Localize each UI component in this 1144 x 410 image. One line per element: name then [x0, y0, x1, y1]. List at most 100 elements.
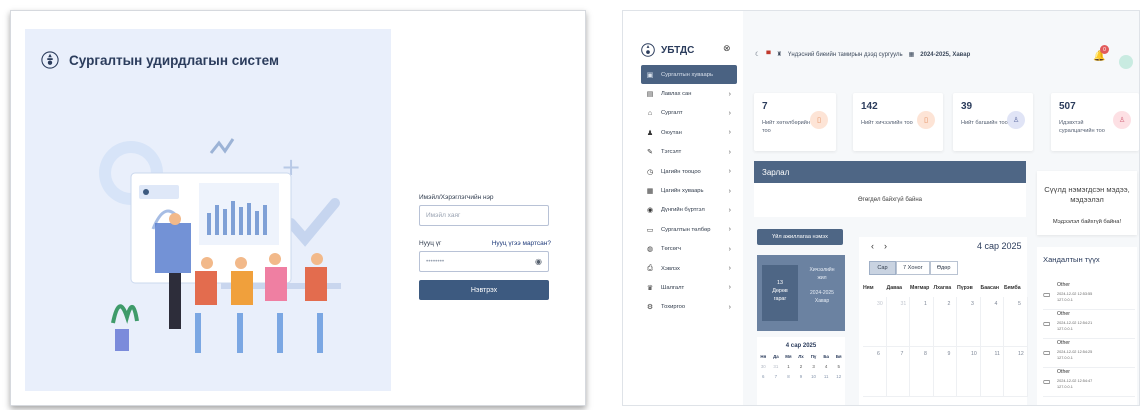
mini-calendar-day[interactable]: 7 — [770, 374, 783, 379]
school-emblem-icon: ♜ — [776, 52, 783, 58]
mini-calendar-day[interactable]: 11 — [820, 374, 833, 379]
calendar-view-tab[interactable]: Сар — [869, 261, 896, 275]
sidebar-item-icon: ♟ — [646, 129, 654, 137]
calendar-nav-arrows[interactable]: ‹› — [871, 241, 897, 251]
access-ip: 127.0.0.1 — [1057, 384, 1073, 389]
chevron-right-icon: › — [728, 206, 731, 214]
mini-calendar-weekday: Мя — [785, 354, 792, 359]
mini-calendar-day[interactable]: 12 — [832, 374, 845, 379]
calendar-month-title: 4 сар 2025 — [977, 241, 1022, 251]
sidebar-item[interactable]: ⎙ Хэвлэх › — [641, 259, 737, 278]
password-label: Нууц үг — [419, 240, 442, 247]
access-history-title: Хандалтын түүх — [1043, 255, 1100, 264]
mini-calendar-weekday: Ня — [760, 354, 767, 359]
calendar-view-tab[interactable]: Өдөр — [929, 261, 958, 275]
notification-button[interactable]: 🔔 0 — [1093, 45, 1109, 62]
dashboard-window: УБТДС ⊗ ▣ Сургалтын хуваарь ▤ Лавлах сан › ⌂ С… — [622, 10, 1140, 406]
avatar[interactable] — [1119, 55, 1133, 69]
calendar-day-cell[interactable]: 10 — [957, 347, 981, 397]
calendar-day-cell[interactable]: 30 — [863, 297, 887, 347]
mini-calendar-day[interactable]: 2 — [795, 364, 808, 369]
sidebar-item[interactable]: ▤ Лавлах сан › — [641, 84, 737, 103]
login-button[interactable]: Нэвтрэх — [419, 280, 549, 300]
sidebar-item[interactable]: ⌂ Сургалт › — [641, 104, 737, 123]
calendar-day-cell[interactable]: 6 — [863, 347, 887, 397]
stat-card: 39 Нийт багшийн тоо ♙ — [953, 93, 1033, 151]
prev-month-icon[interactable]: ‹ — [871, 241, 884, 251]
password-field[interactable]: •••••••• ◉ — [419, 251, 549, 272]
sidebar-item-label: Тохиргоо — [661, 304, 686, 311]
sidebar-item[interactable]: ♟ Оюутан › — [641, 123, 737, 142]
calendar-day-cell[interactable]: 4 — [980, 297, 1004, 347]
brand: Сургалтын удирдлагын систем — [41, 51, 279, 69]
announcement-header: Зарлал — [754, 161, 1026, 183]
sidebar-item-label: Хэвлэх — [661, 265, 680, 272]
sidebar-item[interactable]: ◍ Төгсөгч › — [641, 240, 737, 259]
sidebar-item-icon: ⚙ — [646, 304, 654, 312]
calendar-day-cell[interactable]: 3 — [957, 297, 981, 347]
mini-calendar-day[interactable]: 30 — [757, 364, 770, 369]
sidebar-item[interactable]: ◷ Цагийн тооцоо › — [641, 162, 737, 181]
notification-badge: 0 — [1100, 45, 1109, 54]
sidebar-item-icon: ▣ — [646, 71, 654, 79]
calendar-day-cell[interactable]: 12 — [1004, 347, 1028, 397]
sidebar-item-icon: ◷ — [646, 168, 654, 176]
mini-calendar-day[interactable]: 9 — [795, 374, 808, 379]
mini-calendar-day[interactable]: 4 — [820, 364, 833, 369]
calendar-view-tab[interactable]: 7 Хоног — [896, 261, 930, 275]
month-calendar: ‹› 4 сар 2025 Сар 7 Хоног Өдөр Ням Даваа Мяг… — [859, 237, 1028, 405]
forgot-password-link[interactable]: Нууц үгээ мартсан? — [492, 240, 551, 251]
access-device: Other — [1057, 340, 1070, 346]
today-date-line: гараг — [773, 296, 787, 303]
sidebar-collapse-icon[interactable]: ⊗ — [723, 43, 731, 54]
calendar-weekday: Бямба — [1004, 285, 1021, 291]
access-history-entry: ▭ Other 2024-12-02 12:54:21 127.0.0.1 — [1043, 310, 1135, 339]
calendar-day-cell[interactable]: 31 — [886, 297, 910, 347]
sidebar-item[interactable]: ⚙ Тохиргоо › — [641, 298, 737, 317]
sidebar-item-label: Төгсөгч — [661, 246, 682, 253]
access-details: 2024-12-02 12:54:21 127.0.0.1 — [1057, 321, 1092, 332]
calendar-day-cell[interactable]: 5 — [1004, 297, 1028, 347]
term-label[interactable]: 2024-2025, Хавар — [920, 52, 970, 58]
academic-year-line: Хавар — [814, 297, 830, 304]
sidebar-item[interactable]: ▦ Цагийн хуваарь › — [641, 181, 737, 200]
sidebar-item[interactable]: ✎ Тэгсэлт › — [641, 143, 737, 162]
today-date: 13 Дөрөв гараг — [762, 265, 798, 321]
access-ip: 127.0.0.1 — [1057, 326, 1073, 331]
eye-icon[interactable]: ◉ — [535, 257, 542, 266]
access-ip: 127.0.0.1 — [1057, 355, 1073, 360]
sidebar-item[interactable]: ♛ Шалгалт › — [641, 278, 737, 297]
access-details: 2024-12-02 12:53:55 127.0.0.1 — [1057, 292, 1092, 303]
calendar-weekday: Даваа — [886, 285, 902, 291]
mini-calendar-day[interactable]: 6 — [757, 374, 770, 379]
illustration-panel: Сургалтын удирдлагын систем + — [25, 29, 391, 391]
sidebar-item-icon: ◍ — [646, 246, 654, 254]
sidebar-item[interactable]: ▣ Сургалтын хуваарь — [641, 65, 737, 85]
chevron-right-icon: › — [728, 226, 731, 234]
calendar-day-cell[interactable]: 2 — [933, 297, 957, 347]
calendar-day-cell[interactable]: 7 — [886, 347, 910, 397]
email-field[interactable]: Имэйл хаяг — [419, 205, 549, 226]
mini-calendar-day[interactable]: 5 — [832, 364, 845, 369]
mini-calendar-day[interactable]: 10 — [807, 374, 820, 379]
latest-news-card: Сүүлд нэмэгдсэн мэдээ, мэдээлэл Мэдээлэл… — [1037, 171, 1137, 235]
chevron-right-icon: › — [728, 148, 731, 156]
calendar-day-cell[interactable]: 1 — [910, 297, 934, 347]
access-date: 2024-12-02 12:54:25 — [1057, 350, 1093, 354]
calendar-day-cell[interactable]: 9 — [933, 347, 957, 397]
calendar-weekday-header: Ням Даваа Мягмар Лхагва Пүрэв Баасан Бямба — [863, 285, 1028, 291]
mini-calendar-day[interactable]: 3 — [807, 364, 820, 369]
mini-calendar-day[interactable]: 8 — [782, 374, 795, 379]
calendar-day-cell[interactable]: 8 — [910, 347, 934, 397]
add-activity-button[interactable]: Үйл ажиллагаа нэмэх — [757, 229, 843, 245]
calendar-day-cell[interactable]: 11 — [980, 347, 1004, 397]
next-month-icon[interactable]: › — [884, 241, 897, 251]
mini-calendar-day[interactable]: 1 — [782, 364, 795, 369]
chevron-right-icon: › — [728, 245, 731, 253]
sidebar-item[interactable]: ◉ Дүнгийн бүртгэл › — [641, 201, 737, 220]
dark-mode-icon[interactable]: ☾ — [755, 51, 760, 58]
mini-calendar-day[interactable]: 31 — [770, 364, 783, 369]
language-flag-icon[interactable]: ▀ — [766, 52, 770, 58]
access-date: 2024-12-02 12:53:55 — [1057, 292, 1093, 296]
sidebar-item[interactable]: ▭ Сургалтын төлбөр › — [641, 220, 737, 239]
